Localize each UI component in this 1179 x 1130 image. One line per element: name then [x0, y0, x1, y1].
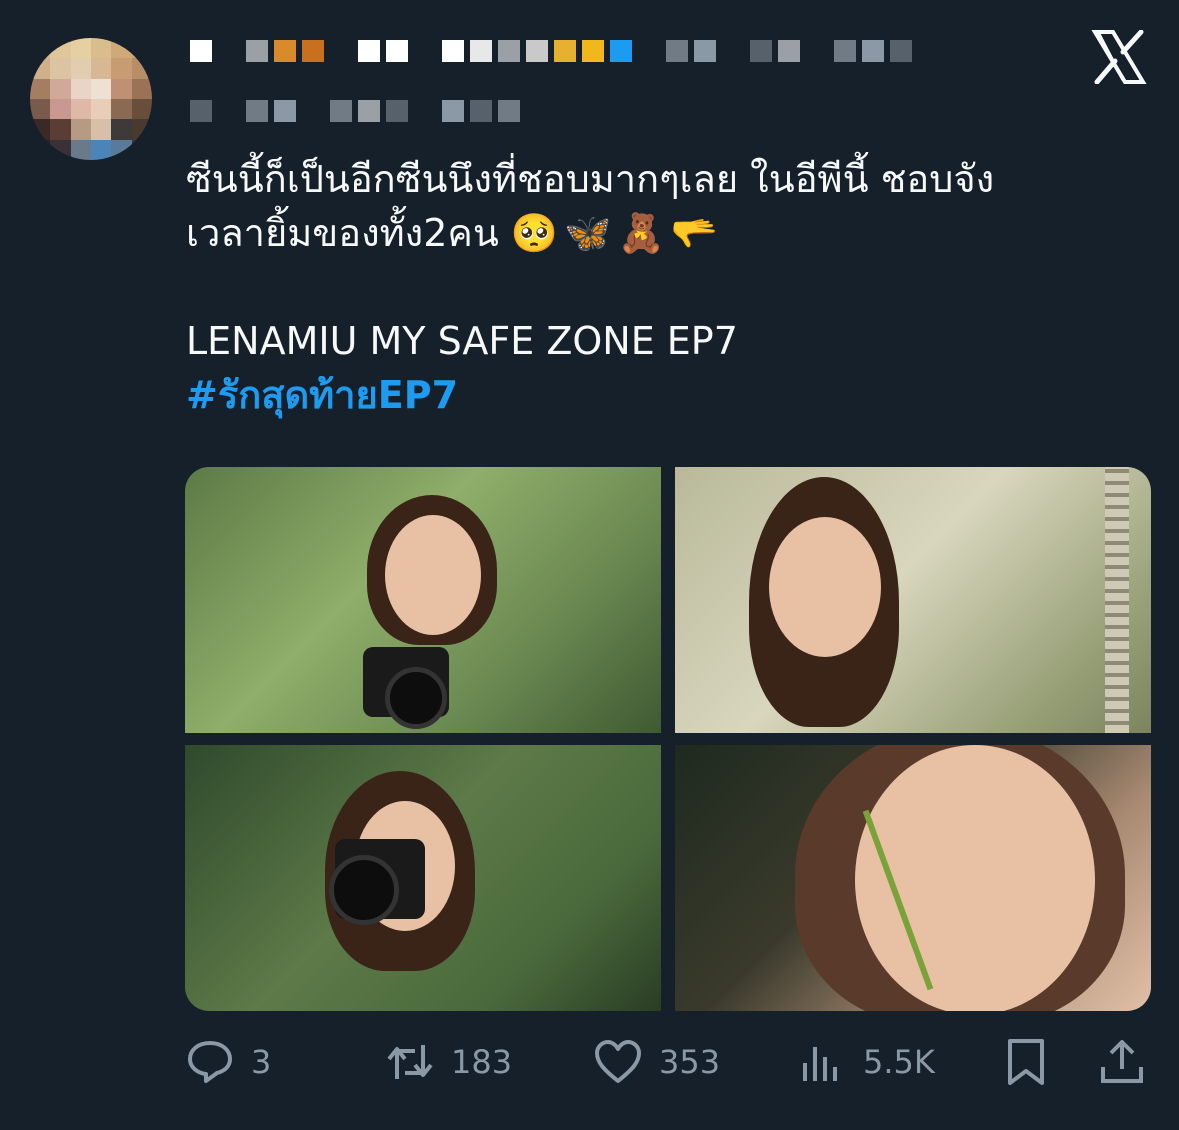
retweet-button[interactable]: 183: [385, 1032, 512, 1092]
photo-figure: [769, 517, 881, 657]
line-break: [186, 260, 1136, 314]
photo-4[interactable]: [675, 745, 1151, 1011]
views-button[interactable]: 5.5K: [797, 1032, 935, 1092]
views-icon: [803, 1047, 837, 1081]
photo-1[interactable]: [185, 467, 661, 733]
hashtag-link[interactable]: #รักสุดท้ายEP7: [186, 368, 1136, 422]
like-button[interactable]: 353: [593, 1032, 720, 1092]
avatar[interactable]: [30, 38, 152, 160]
bookmark-button[interactable]: [1001, 1032, 1051, 1092]
share-button[interactable]: [1097, 1032, 1147, 1092]
handle-redacted[interactable]: [190, 100, 520, 122]
tweet-title-line: LENAMIU MY SAFE ZONE EP7: [186, 319, 738, 363]
reply-count: 3: [251, 1043, 272, 1081]
tweet-text-line: ซีนนี้ก็เป็นอีกซีนนึงที่ชอบมากๆเลย ในอีพ…: [186, 157, 995, 201]
retweet-count: 183: [451, 1043, 513, 1081]
retweet-icon: [387, 1045, 433, 1079]
like-count: 353: [659, 1043, 721, 1081]
view-count: 5.5K: [863, 1043, 935, 1081]
bookmark-icon: [1008, 1039, 1044, 1085]
display-name-redacted[interactable]: [190, 40, 912, 62]
photo-figure: [385, 515, 481, 635]
emoji-sequence: 🥺🦋🧸🫳: [510, 211, 725, 255]
tweet-text-line: เวลายิ้มของทั้ง2คน 🥺🦋🧸🫳: [186, 206, 1136, 260]
photo-2[interactable]: [675, 467, 1151, 733]
share-icon: [1101, 1040, 1143, 1083]
action-bar: 3 183 353 5.5K: [185, 1032, 1147, 1092]
tweet-text-fragment: เวลายิ้มของทั้ง2คน: [186, 211, 499, 255]
media-grid[interactable]: [185, 467, 1151, 1011]
tweet-text: ซีนนี้ก็เป็นอีกซีนนึงที่ชอบมากๆเลย ในอีพ…: [186, 152, 1136, 422]
x-logo-icon: [1091, 30, 1147, 84]
photo-figure: [329, 855, 399, 925]
photo-figure: [385, 667, 447, 729]
reply-icon: [188, 1041, 232, 1083]
photo-3[interactable]: [185, 745, 661, 1011]
heart-icon: [595, 1040, 641, 1083]
reply-button[interactable]: 3: [185, 1032, 271, 1092]
photo-figure: [1105, 467, 1129, 733]
